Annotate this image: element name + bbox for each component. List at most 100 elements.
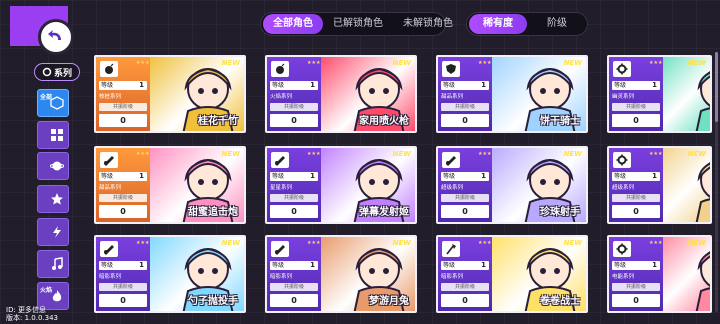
level-value: 1 [139, 261, 144, 269]
series-type: 超级系列 [441, 185, 464, 191]
level-label: 等级 [101, 173, 114, 180]
sidebar-item-lightning[interactable] [37, 218, 69, 246]
level-label: 等级 [443, 173, 456, 180]
new-badge: NEW [221, 150, 240, 158]
sidebar-item-grid[interactable] [37, 121, 69, 149]
series-type: 星星系列 [270, 185, 293, 191]
card-info-panel: ★★★ 等级 1 甜品系列 共振阶级 0 [438, 57, 492, 131]
level-label: 等级 [272, 82, 285, 89]
card-info-panel: ★★★ 等级 1 幽灵系列 共振阶级 0 [609, 57, 663, 131]
card-info-panel: ★★★ 等级 1 火焰系列 共振阶级 0 [267, 57, 321, 131]
level-value: 1 [481, 172, 486, 180]
rarity-stars: ★★★ [307, 240, 321, 246]
character-card[interactable]: ★★★ 等级 1 甜品系列 共振阶级 0 NEW 饼干骑士 [436, 55, 588, 133]
resonance-rank-value: 0 [441, 114, 489, 127]
new-badge: NEW [687, 150, 706, 158]
gear-icon [613, 152, 631, 168]
sidebar-item-star[interactable] [37, 185, 69, 213]
character-card[interactable]: ★★★ 等级 1 星星系列 共振阶级 0 NEW 弹幕发射姬 [265, 146, 417, 224]
resonance-rank-value: 0 [270, 205, 318, 218]
level-label: 等级 [101, 262, 114, 269]
level-value: 1 [310, 81, 315, 89]
tab-unlocked-roles[interactable]: 已解锁角色 [323, 14, 393, 34]
tab-all-roles[interactable]: 全部角色 [263, 14, 323, 34]
tab-locked-roles[interactable]: 未解锁角色 [393, 14, 463, 34]
character-card[interactable]: ★★★ 等级 1 电能系列 共振阶级 0 NEW [607, 235, 712, 313]
resonance-rank-label: 共振阶级 [612, 283, 660, 291]
sidebar-item-label: 全部 [40, 94, 53, 101]
new-badge: NEW [392, 150, 411, 158]
character-card[interactable]: ★★★ 等级 1 暗影系列 共振阶级 0 NEW 勺子抛投手 [94, 235, 246, 313]
lightning-icon [50, 225, 64, 239]
level-value: 1 [481, 81, 486, 89]
series-type: 甜品系列 [441, 94, 464, 100]
resonance-rank-label: 共振阶级 [99, 103, 147, 111]
character-card[interactable]: ★★★ 等级 1 火焰系列 共振阶级 0 NEW 家用喷火枪 [265, 55, 417, 133]
level-label: 等级 [614, 82, 627, 89]
character-name: 卷卷战士 [540, 296, 580, 307]
tab-rank[interactable]: 阶级 [527, 14, 587, 34]
level-row: 等级 1 [270, 172, 318, 181]
character-name: 家用喷火枪 [359, 116, 409, 127]
resonance-rank-label: 共振阶级 [99, 194, 147, 202]
level-row: 等级 1 [441, 81, 489, 90]
resonance-rank-label: 共振阶级 [270, 194, 318, 202]
series-type: 枝桩系列 [99, 94, 122, 100]
series-filter-button[interactable]: 系列 [34, 63, 80, 81]
shield-icon [442, 61, 460, 77]
tab-rarity[interactable]: 稀有度 [469, 14, 527, 34]
sidebar-item-cube[interactable]: 全部 [37, 89, 69, 117]
axe-icon [442, 241, 460, 257]
bomb-icon [100, 61, 118, 77]
rarity-stars: ★★★ [136, 151, 150, 157]
sidebar-item-music[interactable] [37, 250, 69, 278]
series-type: 超级系列 [612, 185, 635, 191]
sidebar-item-planet[interactable] [37, 152, 69, 180]
new-badge: NEW [221, 59, 240, 67]
character-card[interactable]: ★★★ 等级 1 甜品系列 共振阶级 0 NEW 甜蜜追击炮 [94, 146, 246, 224]
new-badge: NEW [392, 239, 411, 247]
version-line-id: ID: 更多信息 [6, 306, 47, 314]
character-card[interactable]: ★★★ 等级 1 枝桩系列 共振阶级 0 NEW 桂花千竹 [94, 55, 246, 133]
level-value: 1 [310, 172, 315, 180]
character-card[interactable]: ★★★ 等级 1 暗影系列 共振阶级 0 NEW 卷卷战士 [436, 235, 588, 313]
character-card[interactable]: ★★★ 等级 1 超级系列 共振阶级 0 NEW [607, 146, 712, 224]
level-value: 1 [652, 81, 657, 89]
rarity-stars: ★★★ [478, 60, 492, 66]
resonance-rank-value: 0 [99, 205, 147, 218]
scrollbar-thumb[interactable] [715, 52, 718, 122]
new-badge: NEW [563, 59, 582, 67]
character-card[interactable]: ★★★ 等级 1 幽灵系列 共振阶级 0 NEW [607, 55, 712, 133]
character-card[interactable]: ★★★ 等级 1 暗影系列 共振阶级 0 NEW 梦游月兔 [265, 235, 417, 313]
new-badge: NEW [563, 150, 582, 158]
cube-icon [50, 96, 64, 110]
rarity-stars: ★★★ [649, 240, 663, 246]
cannon-icon [442, 152, 460, 168]
card-info-panel: ★★★ 等级 1 星星系列 共振阶级 0 [267, 148, 321, 222]
resonance-rank-value: 0 [612, 294, 660, 307]
role-filter-tabs: 全部角色 已解锁角色 未解锁角色 [260, 12, 453, 36]
character-name: 勺子抛投手 [188, 296, 238, 307]
sort-tabs: 稀有度 阶级 [466, 12, 588, 36]
character-portrait [661, 57, 710, 131]
resonance-rank-value: 0 [612, 205, 660, 218]
resonance-rank-label: 共振阶级 [441, 194, 489, 202]
character-name: 饼干骑士 [540, 116, 580, 127]
character-card[interactable]: ★★★ 等级 1 超级系列 共振阶级 0 NEW 珍珠射手 [436, 146, 588, 224]
new-badge: NEW [392, 59, 411, 67]
cannon-icon [100, 152, 118, 168]
level-label: 等级 [272, 262, 285, 269]
back-arrow-icon [38, 19, 74, 55]
level-label: 等级 [614, 173, 627, 180]
card-info-panel: ★★★ 等级 1 暗影系列 共振阶级 0 [267, 237, 321, 311]
card-info-panel: ★★★ 等级 1 电能系列 共振阶级 0 [609, 237, 663, 311]
flame-icon [50, 289, 64, 303]
card-info-panel: ★★★ 等级 1 超级系列 共振阶级 0 [609, 148, 663, 222]
back-button[interactable] [10, 6, 74, 55]
rarity-stars: ★★★ [649, 151, 663, 157]
new-badge: NEW [687, 59, 706, 67]
character-portrait [661, 148, 710, 222]
character-name: 珍珠射手 [540, 207, 580, 218]
resonance-rank-value: 0 [99, 114, 147, 127]
level-value: 1 [481, 261, 486, 269]
